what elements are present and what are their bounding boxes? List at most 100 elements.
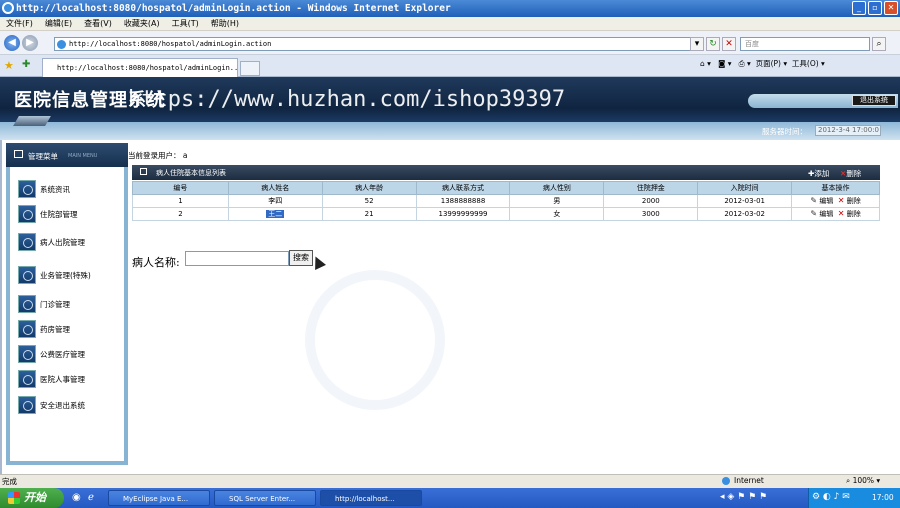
edit-link[interactable]: 编辑 [819,197,833,205]
menu-tools[interactable]: 工具(T) [166,17,205,31]
sidebar-item-discharge[interactable]: 病人出院管理 [18,233,85,253]
menu-help[interactable]: 帮助(H) [205,17,245,31]
sidebar-item-label: 医院人事管理 [40,374,85,384]
search-go-icon[interactable]: ⌕ [872,37,886,51]
url-input[interactable]: http://localhost:8080/hospatol/adminLogi… [54,37,702,51]
quicklaunch-desktop-icon[interactable]: ◉ [72,492,81,503]
patient-name-input[interactable] [185,251,289,266]
selected-name: 王二 [266,210,285,218]
taskbar-item-ie[interactable]: http://localhost... [320,490,422,506]
col-actions: 基本操作 [791,181,880,195]
tray-icons-left[interactable]: ◂ ◈ ⚑ ⚑ ⚑ [720,492,767,502]
cell-actions: ✎ 编辑 ✕ 删除 [791,194,880,208]
cell-name: 王二 [227,207,323,221]
server-time-label: 服务器时间： [762,127,807,136]
forward-icon[interactable]: ▶ [22,35,38,51]
system-info-icon [18,180,36,198]
sidebar-item-label: 业务管理(特殊) [40,270,91,280]
current-user: 当前登录用户： a [128,150,188,161]
edit-icon: ✎ [810,196,818,205]
menu-icon [14,150,23,158]
zoom-level[interactable]: ⌕ 100% ▾ [846,476,880,486]
logout-button[interactable]: 退出系统 [852,95,896,106]
status-text: 完成 [2,477,17,486]
delete-label: 删除 [846,169,862,178]
tab-active[interactable]: http://localhost:8080/hospatol/adminLogi… [42,58,238,77]
menu-file[interactable]: 文件(F) [0,17,39,31]
menu-edit[interactable]: 编辑(E) [39,17,78,31]
tools-menu[interactable]: 工具(O) [792,59,819,68]
page-menu[interactable]: 页面(P) [756,59,781,68]
page-icon [57,40,66,49]
table-row: 1 李四 52 1388888888 男 2000 2012-03-01 ✎ 编… [132,194,880,208]
back-icon[interactable]: ◀ [4,35,20,51]
taskbar-item-myeclipse[interactable]: MyEclipse Java E... [108,490,210,506]
refresh-icon[interactable]: ↻ [706,37,720,51]
delete-row-icon: ✕ [837,196,845,205]
add-favorites-icon[interactable]: ✚ [22,59,30,70]
sidebar-item-label: 药房管理 [40,324,70,334]
print-icon[interactable]: ⎙ [739,59,745,68]
taskbar-item-sqlserver[interactable]: SQL Server Enter... [214,490,316,506]
cell-id: 1 [132,194,229,208]
patient-table: 编号 病人姓名 病人年龄 病人联系方式 病人性别 住院押金 入院时间 基本操作 … [132,181,880,221]
delete-link[interactable]: 删除 [847,197,861,205]
delete-link[interactable]: 删除 [847,210,861,218]
add-button[interactable]: ✚添加 [808,168,829,179]
sidebar-item-pharmacy[interactable]: 药房管理 [18,320,70,340]
favorites-star-icon[interactable]: ★ [4,59,14,72]
sidebar-item-business[interactable]: 业务管理(特殊) [18,266,91,286]
cell-phone: 1388888888 [415,194,511,208]
maximize-icon[interactable]: ▫ [868,1,882,15]
sidebar-item-outpatient[interactable]: 门诊管理 [18,295,70,315]
url-text: http://localhost:8080/hospatol/adminLogi… [69,40,272,48]
list-icon [140,168,147,175]
feeds-icon[interactable]: ◙ [718,59,725,68]
panel-title: 病人住院基本信息列表 [156,169,226,177]
sidebar-item-label: 系统资讯 [40,184,70,194]
col-deposit: 住院押金 [603,181,699,195]
stop-icon[interactable]: ✕ [722,37,736,51]
new-tab-button[interactable] [240,61,260,76]
address-dropdown-icon[interactable]: ▾ [690,37,704,51]
col-id: 编号 [132,181,229,195]
minimize-icon[interactable]: _ [852,1,866,15]
col-age: 病人年龄 [321,181,417,195]
close-icon[interactable]: ✕ [884,1,898,15]
cell-deposit: 2000 [603,194,699,208]
menu-view[interactable]: 查看(V) [78,17,118,31]
quicklaunch-ie-icon[interactable]: ℯ [88,492,94,503]
public-medical-icon [18,345,36,363]
watermark-text: https://www.huzhan.com/ishop39397 [128,87,566,112]
delete-button[interactable]: ✕删除 [840,168,861,179]
col-name: 病人姓名 [227,181,323,195]
laptop-graphic [13,116,51,126]
sidebar-item-label: 安全退出系统 [40,400,85,410]
window-title: http://localhost:8080/hospatol/adminLogi… [16,3,451,14]
panel-header [132,165,880,180]
cell-actions: ✎ 编辑 ✕ 删除 [791,207,880,221]
current-user-label: 当前登录用户： [128,151,181,160]
cell-age: 21 [321,207,417,221]
sidebar-item-inpatient[interactable]: 住院部管理 [18,205,78,225]
cell-date: 2012-03-02 [697,207,793,221]
edit-link[interactable]: 编辑 [819,210,833,218]
cell-deposit: 3000 [603,207,699,221]
sidebar-item-system-info[interactable]: 系统资讯 [18,180,70,200]
ie-logo-icon [2,2,14,14]
sidebar-item-hr[interactable]: 医院人事管理 [18,370,85,390]
security-zone: Internet [734,476,764,485]
menu-favorites[interactable]: 收藏夹(A) [118,17,166,31]
sidebar-item-label: 病人出院管理 [40,237,85,247]
sidebar-subtitle: MAIN MENU [68,153,98,159]
tray-icons[interactable]: ⚙ ◐ ♪ ✉ [812,492,850,502]
home-icon[interactable]: ⌂ [700,59,705,68]
col-gender: 病人性别 [509,181,605,195]
sidebar-item-public-medical[interactable]: 公费医疗管理 [18,345,85,365]
sidebar-item-logout[interactable]: 安全退出系统 [18,396,85,416]
delete-row-icon: ✕ [837,209,845,218]
cell-date: 2012-03-01 [697,194,793,208]
search-engine-input[interactable]: 百度 [740,37,870,51]
current-user-value: a [182,151,188,160]
sidebar-item-label: 门诊管理 [40,299,70,309]
